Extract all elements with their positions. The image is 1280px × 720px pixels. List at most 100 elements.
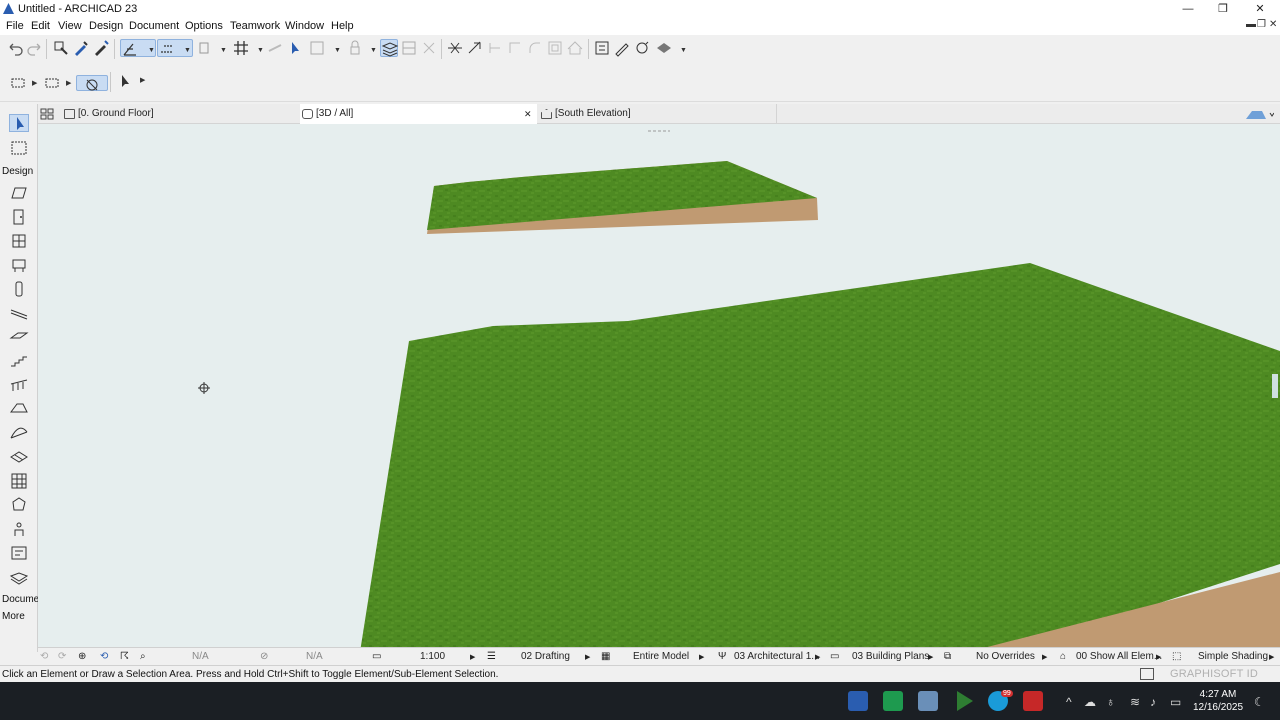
rotate-icon[interactable]: ⊘ (260, 651, 268, 662)
chevron-down-icon[interactable]: ▼ (184, 47, 191, 54)
terrain-tool-icon[interactable] (9, 568, 29, 586)
label-tool-icon[interactable] (9, 544, 29, 562)
adjust-icon[interactable] (466, 39, 484, 57)
menu-file[interactable]: File (6, 20, 24, 32)
more-section-label[interactable]: More (2, 611, 25, 622)
inject-parameters-icon[interactable] (92, 39, 110, 57)
menu-view[interactable]: View (58, 20, 82, 32)
3d-viewport[interactable] (38, 124, 1280, 652)
graphisoft-id-label[interactable]: GRAPHISOFT ID (1170, 668, 1258, 680)
chevron-right-icon[interactable]: ▶ (470, 653, 475, 661)
lock-icon[interactable] (346, 39, 364, 57)
zone-tool-icon[interactable] (9, 520, 29, 538)
chevron-down-icon[interactable]: ▼ (370, 47, 377, 54)
layer-settings-icon[interactable] (380, 39, 399, 57)
chevron-right-icon[interactable]: ▶ (1042, 653, 1047, 661)
fillet-icon[interactable] (526, 39, 544, 57)
close-button[interactable]: ✕ (1242, 0, 1278, 18)
taskbar-clock[interactable]: 4:27 AM 12/16/2025 (1190, 688, 1246, 714)
chevron-right-icon[interactable]: ▶ (1156, 653, 1161, 661)
menu-teamwork[interactable]: Teamwork (230, 20, 280, 32)
tab-overview-icon[interactable] (40, 107, 54, 121)
doc-minimize-button[interactable]: ▬ (1246, 19, 1256, 30)
zoom-value[interactable]: N/A (192, 651, 209, 662)
status-panel-icon[interactable] (1140, 668, 1154, 680)
section-icon[interactable] (400, 39, 418, 57)
marquee-icon[interactable] (308, 39, 326, 57)
scale-select[interactable]: 1:100 (420, 651, 445, 662)
beam-tool-icon[interactable] (9, 304, 29, 322)
menu-window[interactable]: Window (285, 20, 324, 32)
shading-select[interactable]: Simple Shading (1198, 651, 1268, 662)
explode-icon[interactable] (420, 39, 438, 57)
chevron-down-icon[interactable]: ▼ (334, 47, 341, 54)
window-tool-icon[interactable] (9, 232, 29, 250)
tab-list-icon[interactable] (1244, 107, 1275, 121)
play-taskbar-icon[interactable] (957, 691, 973, 711)
mesh-tool-icon[interactable] (9, 448, 29, 466)
chevron-right-icon[interactable]: ▶ (140, 76, 145, 84)
wall-tool-icon[interactable] (9, 184, 29, 202)
edit-tool-icon[interactable] (613, 39, 631, 57)
find-select-icon[interactable] (52, 39, 70, 57)
chevron-right-icon[interactable]: ▶ (585, 653, 590, 661)
railing-tool-icon[interactable] (9, 376, 29, 394)
redo-zoom-icon[interactable]: ⟳ (58, 651, 66, 662)
chevron-right-icon[interactable]: ▶ (66, 79, 71, 87)
roof-tool-icon[interactable] (9, 400, 29, 418)
tab-3d-all[interactable]: [3D / All] ✕ (300, 104, 537, 124)
wifi-icon[interactable]: ≋ (1130, 695, 1140, 709)
explore-icon[interactable]: ☈ (120, 651, 129, 662)
doc-close-button[interactable]: ✕ (1269, 19, 1277, 30)
chevron-down-icon[interactable]: ▼ (680, 47, 687, 54)
viewport-scroll-handle[interactable] (1272, 374, 1278, 398)
door-tool-icon[interactable] (9, 208, 29, 226)
marquee-type-icon[interactable] (44, 74, 62, 92)
curtain-wall-tool-icon[interactable] (9, 472, 29, 490)
chevron-right-icon[interactable]: ▶ (699, 653, 704, 661)
upper-terrain-mesh[interactable] (427, 161, 818, 234)
battery-icon[interactable]: ▭ (1170, 695, 1181, 709)
intersect-icon[interactable] (486, 39, 504, 57)
trim-icon[interactable] (506, 39, 524, 57)
document-section-label[interactable]: Docume (2, 594, 39, 605)
undo-icon[interactable] (6, 39, 24, 57)
trace-icon[interactable] (266, 39, 284, 57)
selection-info-icon[interactable] (286, 39, 304, 57)
minimize-button[interactable]: — (1170, 0, 1206, 18)
chevron-down-icon[interactable]: ▼ (148, 47, 155, 54)
photos-taskbar-icon[interactable] (918, 691, 938, 711)
tab-south-elevation[interactable]: [South Elevation] (539, 104, 777, 124)
roof-trim-icon[interactable] (566, 39, 584, 57)
slab-tool-icon[interactable] (9, 328, 29, 346)
archicad-taskbar-icon[interactable] (848, 691, 868, 711)
tab-ground-floor[interactable]: [0. Ground Floor] (62, 104, 298, 124)
stair-tool-icon[interactable] (9, 352, 29, 370)
cloud-icon[interactable]: ☁ (1084, 695, 1096, 709)
zoom-icon[interactable]: ⊕ (78, 651, 86, 662)
grid-snap-icon[interactable] (232, 39, 250, 57)
recorder-taskbar-icon[interactable] (1023, 691, 1043, 711)
microphone-icon[interactable]: ♁ (1106, 695, 1115, 709)
chevron-right-icon[interactable]: ▶ (815, 653, 820, 661)
orbit-icon[interactable]: ⟲ (100, 651, 108, 662)
spreadsheet-taskbar-icon[interactable] (883, 691, 903, 711)
menu-help[interactable]: Help (331, 20, 354, 32)
pick-up-parameters-icon[interactable] (72, 39, 90, 57)
menu-document[interactable]: Document (129, 20, 179, 32)
rotation-value[interactable]: N/A (306, 651, 323, 662)
menu-edit[interactable]: Edit (31, 20, 50, 32)
menu-design[interactable]: Design (89, 20, 123, 32)
doc-restore-button[interactable]: ❐ (1257, 19, 1266, 30)
element-settings-icon[interactable] (593, 39, 611, 57)
undo-zoom-icon[interactable]: ⟲ (40, 651, 48, 662)
pointer-icon[interactable] (116, 72, 134, 90)
main-terrain-mesh[interactable] (360, 263, 1280, 652)
object-tool-icon[interactable] (9, 256, 29, 274)
tray-expand-icon[interactable]: ^ (1066, 695, 1072, 709)
split-icon[interactable] (446, 39, 464, 57)
gravity-icon[interactable] (196, 39, 214, 57)
geometry-method-icon[interactable] (76, 75, 108, 91)
chevron-down-icon[interactable]: ▼ (257, 47, 264, 54)
chevron-down-icon[interactable]: ▼ (220, 47, 227, 54)
